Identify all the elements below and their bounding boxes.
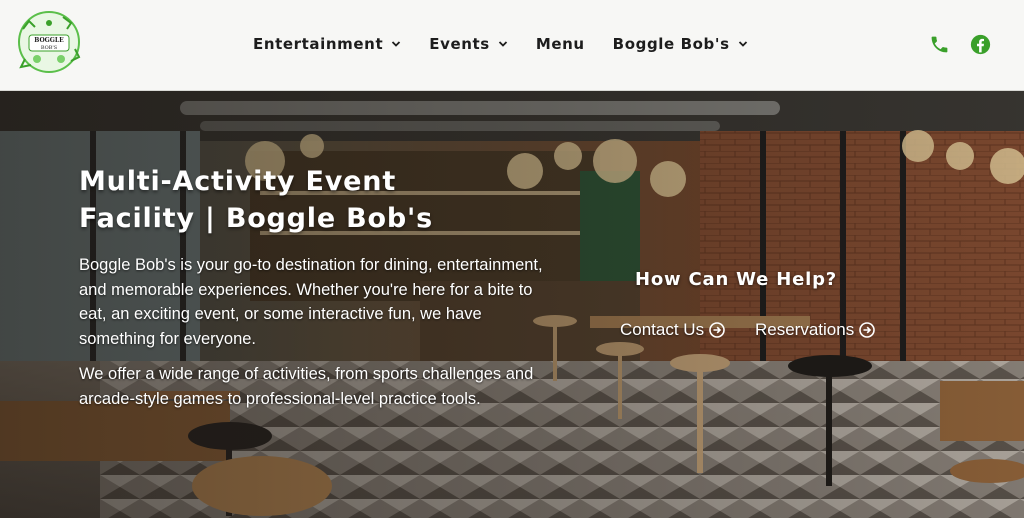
arrow-circle-right-icon (859, 322, 876, 338)
nav-boggle-bobs[interactable]: Boggle Bob's (613, 35, 748, 53)
activities-paragraph: We offer a wide range of activities, fro… (79, 365, 534, 408)
site-header: BOGGLE BOB'S Entertainment Events Menu B… (0, 0, 1024, 91)
facebook-icon[interactable] (970, 34, 991, 55)
reservations-link[interactable]: Reservations (755, 320, 876, 340)
page-title: Multi-Activity Event Facility | Boggle B… (79, 163, 549, 237)
nav-events-label: Events (429, 35, 490, 53)
help-heading: How Can We Help? (635, 269, 838, 290)
nav-entertainment-label: Entertainment (253, 35, 384, 53)
reservations-label: Reservations (755, 320, 855, 339)
chevron-down-icon (738, 41, 747, 47)
contact-us-link[interactable]: Contact Us (620, 320, 725, 340)
title-line-1: Multi-Activity Event (79, 166, 397, 197)
intro-paragraph: Boggle Bob's is your go-to destination f… (79, 256, 543, 348)
nav-events[interactable]: Events (429, 35, 508, 53)
chevron-down-icon (498, 41, 507, 47)
boggle-bobs-logo[interactable]: BOGGLE BOB'S (15, 9, 83, 75)
title-line-2: Facility | Boggle Bob's (79, 203, 433, 234)
chevron-down-icon (392, 41, 401, 47)
arrow-circle-right-icon (709, 322, 725, 338)
contact-us-label: Contact Us (620, 320, 705, 339)
phone-icon[interactable] (929, 34, 950, 55)
logo-text-top: BOGGLE (34, 37, 64, 44)
logo-text-bottom: BOB'S (41, 45, 58, 51)
nav-menu[interactable]: Menu (536, 35, 585, 53)
main-nav: Entertainment Events Menu Boggle Bob's (253, 34, 776, 54)
nav-menu-label: Menu (535, 35, 585, 53)
nav-entertainment[interactable]: Entertainment (253, 35, 401, 53)
hero-section: Multi-Activity Event Facility | Boggle B… (0, 91, 1024, 518)
nav-boggle-bobs-label: Boggle Bob's (612, 35, 730, 53)
